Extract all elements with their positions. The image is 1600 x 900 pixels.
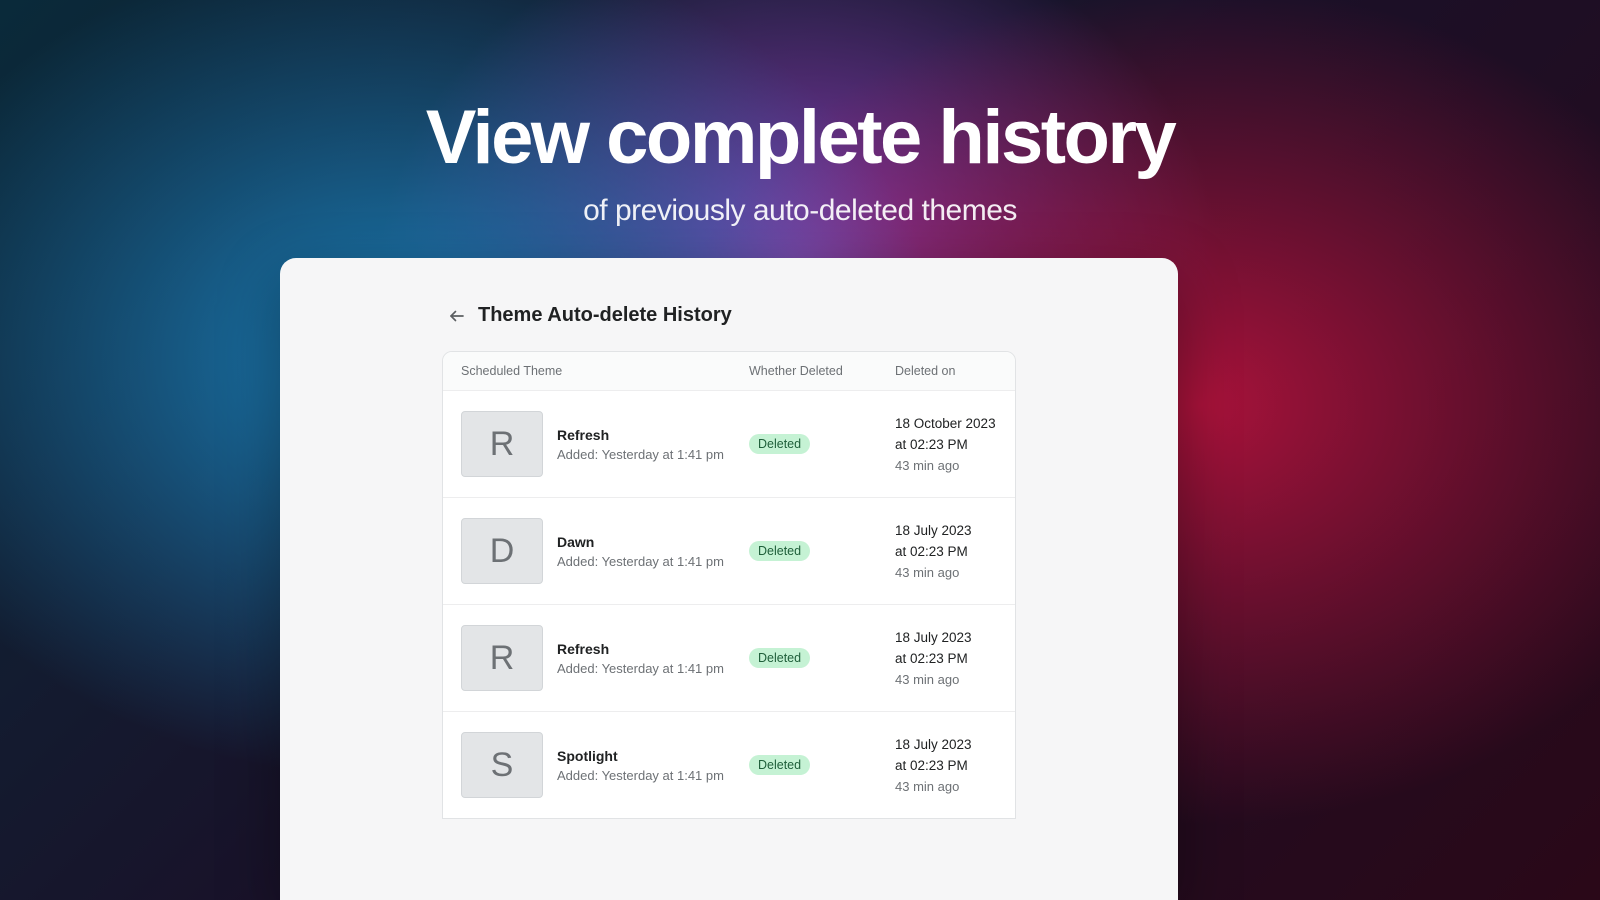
deleted-date-line1: 18 July 2023: [895, 736, 997, 754]
theme-avatar: R: [461, 625, 543, 691]
status-cell: Deleted: [749, 755, 895, 775]
hero-subtitle: of previously auto-deleted themes: [0, 194, 1600, 228]
deleted-cell: 18 October 2023 at 02:23 PM 43 min ago: [895, 415, 997, 472]
column-header-deleted-on: Deleted on: [895, 364, 997, 378]
deleted-cell: 18 July 2023 at 02:23 PM 43 min ago: [895, 629, 997, 686]
deleted-ago: 43 min ago: [895, 779, 997, 794]
deleted-date-line2: at 02:23 PM: [895, 650, 997, 668]
history-panel: Theme Auto-delete History Scheduled Them…: [280, 258, 1178, 900]
table-row: S Spotlight Added: Yesterday at 1:41 pm …: [443, 712, 1015, 818]
deleted-ago: 43 min ago: [895, 565, 997, 580]
theme-added: Added: Yesterday at 1:41 pm: [557, 768, 724, 783]
deleted-ago: 43 min ago: [895, 458, 997, 473]
deleted-date-line1: 18 July 2023: [895, 522, 997, 540]
hero: View complete history of previously auto…: [0, 98, 1600, 228]
deleted-cell: 18 July 2023 at 02:23 PM 43 min ago: [895, 736, 997, 793]
column-header-theme: Scheduled Theme: [461, 364, 749, 378]
theme-added: Added: Yesterday at 1:41 pm: [557, 554, 724, 569]
theme-name: Dawn: [557, 534, 724, 550]
theme-name: Spotlight: [557, 748, 724, 764]
status-badge: Deleted: [749, 434, 810, 454]
theme-avatar: S: [461, 732, 543, 798]
table-row: R Refresh Added: Yesterday at 1:41 pm De…: [443, 605, 1015, 712]
back-arrow-icon[interactable]: [448, 307, 466, 325]
status-cell: Deleted: [749, 434, 895, 454]
theme-avatar: R: [461, 411, 543, 477]
panel-title: Theme Auto-delete History: [478, 304, 732, 327]
theme-info: Spotlight Added: Yesterday at 1:41 pm: [557, 748, 724, 783]
theme-added: Added: Yesterday at 1:41 pm: [557, 447, 724, 462]
status-badge: Deleted: [749, 755, 810, 775]
hero-title: View complete history: [0, 98, 1600, 178]
theme-info: Refresh Added: Yesterday at 1:41 pm: [557, 427, 724, 462]
theme-name: Refresh: [557, 427, 724, 443]
table-row: R Refresh Added: Yesterday at 1:41 pm De…: [443, 391, 1015, 498]
background: View complete history of previously auto…: [0, 0, 1600, 900]
deleted-date-line2: at 02:23 PM: [895, 436, 997, 454]
deleted-date-line1: 18 July 2023: [895, 629, 997, 647]
table-row: D Dawn Added: Yesterday at 1:41 pm Delet…: [443, 498, 1015, 605]
table-header-row: Scheduled Theme Whether Deleted Deleted …: [443, 352, 1015, 391]
column-header-status: Whether Deleted: [749, 364, 895, 378]
theme-info: Dawn Added: Yesterday at 1:41 pm: [557, 534, 724, 569]
deleted-date-line2: at 02:23 PM: [895, 543, 997, 561]
status-cell: Deleted: [749, 648, 895, 668]
deleted-cell: 18 July 2023 at 02:23 PM 43 min ago: [895, 522, 997, 579]
status-badge: Deleted: [749, 648, 810, 668]
theme-added: Added: Yesterday at 1:41 pm: [557, 661, 724, 676]
history-table: Scheduled Theme Whether Deleted Deleted …: [442, 351, 1016, 819]
theme-cell: S Spotlight Added: Yesterday at 1:41 pm: [461, 732, 749, 798]
status-cell: Deleted: [749, 541, 895, 561]
deleted-ago: 43 min ago: [895, 672, 997, 687]
status-badge: Deleted: [749, 541, 810, 561]
deleted-date-line2: at 02:23 PM: [895, 757, 997, 775]
theme-name: Refresh: [557, 641, 724, 657]
deleted-date-line1: 18 October 2023: [895, 415, 997, 433]
panel-header: Theme Auto-delete History: [280, 258, 1178, 351]
theme-cell: R Refresh Added: Yesterday at 1:41 pm: [461, 411, 749, 477]
theme-cell: R Refresh Added: Yesterday at 1:41 pm: [461, 625, 749, 691]
theme-info: Refresh Added: Yesterday at 1:41 pm: [557, 641, 724, 676]
theme-avatar: D: [461, 518, 543, 584]
theme-cell: D Dawn Added: Yesterday at 1:41 pm: [461, 518, 749, 584]
